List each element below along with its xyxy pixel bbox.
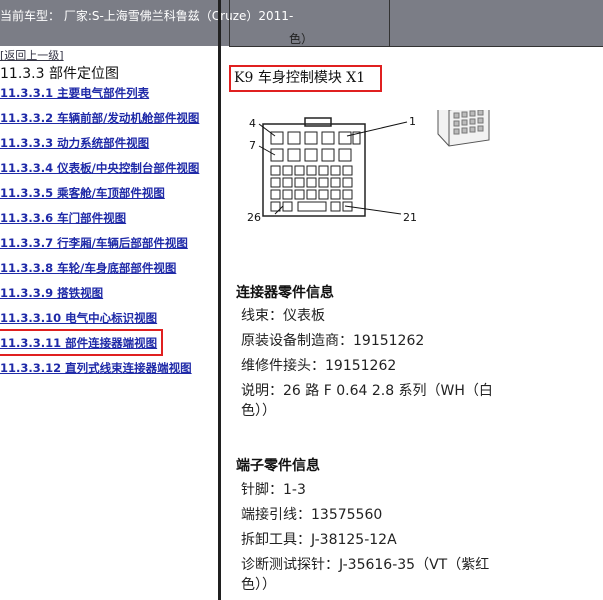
connector-info-heading: 连接器零件信息 xyxy=(236,285,334,301)
sidebar-item-grounds[interactable]: 11.3.3.9 搭铁视图 xyxy=(0,286,199,311)
sidebar-item-front-engine-bay[interactable]: 11.3.3.2 车辆前部/发动机舱部件视图 xyxy=(0,111,199,136)
terminal-info-heading: 端子零件信息 xyxy=(236,458,320,474)
sidebar: [返回上一级] 11.3.3 部件定位图 11.3.3.1 主要电气部件列表 1… xyxy=(0,46,218,600)
connector-face xyxy=(262,117,366,217)
sidebar-item-doors[interactable]: 11.3.3.6 车门部件视图 xyxy=(0,211,199,236)
sidebar-item-dashboard-console[interactable]: 11.3.3.4 仪表板/中央控制台部件视图 xyxy=(0,161,199,186)
sidebar-nav: 11.3.3.1 主要电气部件列表 11.3.3.2 车辆前部/发动机舱部件视图… xyxy=(0,86,199,386)
connector-info-line: 线束：仪表板 xyxy=(241,308,325,324)
terminal-info-line: 诊断测试探针：J-35616-35（VT（紫红 xyxy=(241,557,490,573)
sidebar-item-main-electrical-parts-list[interactable]: 11.3.3.1 主要电气部件列表 xyxy=(0,86,199,111)
content-pane: 色） K9 车身控制模块 X1 4 1 7 26 21 连接器零件信息 线束：仪… xyxy=(221,0,603,600)
terminal-info-line: 拆卸工具：J-38125-12A xyxy=(241,532,397,548)
sidebar-item-powertrain[interactable]: 11.3.3.3 动力系统部件视图 xyxy=(0,136,199,161)
pin-label-1: 1 xyxy=(409,115,416,128)
pin-label-4: 4 xyxy=(249,117,256,130)
connector-info-line: 说明：26 路 F 0.64 2.8 系列（WH（白 xyxy=(241,383,493,399)
module-title: K9 车身控制模块 X1 xyxy=(229,65,382,92)
back-link[interactable]: [返回上一级] xyxy=(0,47,64,63)
sidebar-item-wheels-underbody[interactable]: 11.3.3.8 车轮/车身底部部件视图 xyxy=(0,261,199,286)
terminal-info-line: 针脚：1-3 xyxy=(241,482,306,498)
section-title: 11.3.3 部件定位图 xyxy=(0,66,119,82)
pin-label-7: 7 xyxy=(249,139,256,152)
sidebar-item-component-connector-end-views[interactable]: 11.3.3.11 部件连接器端视图 xyxy=(0,329,199,361)
pin-leader-lines xyxy=(258,121,408,215)
connector-info-line: 原装设备制造商：19151262 xyxy=(241,333,425,349)
table-cell-text: 色） xyxy=(289,32,314,46)
terminal-info-line: 端接引线：13575560 xyxy=(241,507,383,523)
terminal-info-line: 色）） xyxy=(241,577,276,593)
sidebar-item-inline-harness-connector-end-views[interactable]: 11.3.3.12 直列式线束连接器端视图 xyxy=(0,361,199,386)
table-fragment: 色） xyxy=(229,0,603,47)
connector-photo xyxy=(437,110,490,147)
sidebar-item-cabin-roof[interactable]: 11.3.3.5 乘客舱/车顶部件视图 xyxy=(0,186,199,211)
connector-diagram: 4 1 7 26 21 xyxy=(247,110,490,224)
connector-info-line: 维修件接头：19151262 xyxy=(241,358,397,374)
pin-label-26: 26 xyxy=(247,211,261,224)
connector-info-line: 色）） xyxy=(241,403,276,419)
selection-highlight xyxy=(0,329,163,356)
sidebar-item-trunk-rear[interactable]: 11.3.3.7 行李厢/车辆后部部件视图 xyxy=(0,236,199,261)
pin-label-21: 21 xyxy=(403,211,417,224)
